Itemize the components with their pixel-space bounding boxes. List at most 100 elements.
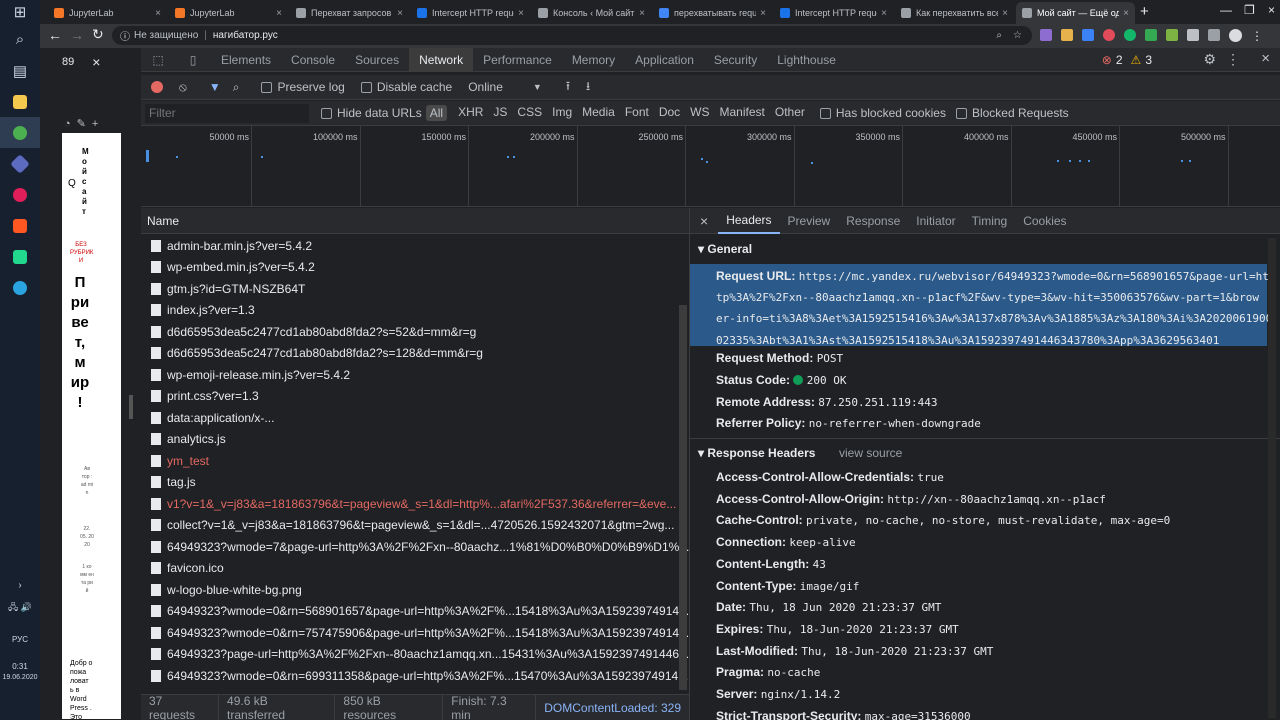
type-filter-doc[interactable]: Doc <box>654 105 685 121</box>
devtools-tab-application[interactable]: Application <box>625 48 704 72</box>
bookmark-star-icon[interactable]: ☆ <box>1013 30 1022 41</box>
hide-data-urls-checkbox[interactable]: Hide data URLs <box>321 106 422 120</box>
tab-close-icon[interactable]: × <box>397 8 403 19</box>
forward-icon[interactable]: → <box>70 27 84 43</box>
request-row[interactable]: collect?v=1&_v=j83&a=181863796&t=pagevie… <box>141 515 689 537</box>
throttling-select[interactable]: Online ▼ <box>468 80 542 94</box>
request-row[interactable]: tag.js <box>141 472 689 494</box>
extension-icon[interactable] <box>1145 29 1157 41</box>
type-filter-all[interactable]: All <box>425 105 448 121</box>
request-url[interactable]: Request URL: https://mc.yandex.ru/webvis… <box>716 266 1276 351</box>
request-row[interactable]: 64949323?wmode=7&page-url=http%3A%2F%2Fx… <box>141 536 689 558</box>
browser-tab[interactable]: Мой сайт — Ещё оди × <box>1016 2 1135 24</box>
request-row[interactable]: 64949323?wmode=0&rn=699311358&page-url=h… <box>141 665 689 687</box>
omnibox[interactable]: ⓘ Не защищено | нагибатор.рус ⌕ ☆ <box>112 26 1032 45</box>
site-title[interactable]: М о й с а й т <box>82 147 92 217</box>
blocked-requests-checkbox[interactable]: Blocked Requests <box>955 106 1069 120</box>
tab-close-icon[interactable]: × <box>276 8 282 19</box>
new-tab-icon[interactable]: + <box>1140 3 1149 20</box>
close-devtools-icon[interactable]: × <box>1261 50 1270 67</box>
name-column-header[interactable]: Name <box>141 208 689 234</box>
tab-close-icon[interactable]: × <box>1123 8 1129 19</box>
request-row[interactable]: data:application/x-... <box>141 407 689 429</box>
type-filter-js[interactable]: JS <box>488 105 512 121</box>
devtools-tab-sources[interactable]: Sources <box>345 48 409 72</box>
close-icon[interactable]: × <box>690 213 718 229</box>
chevron-up-icon[interactable]: › <box>0 580 40 591</box>
detail-tab-cookies[interactable]: Cookies <box>1015 208 1074 234</box>
devtools-tab-security[interactable]: Security <box>704 48 767 72</box>
browser-tab[interactable]: Intercept HTTP reque × <box>411 2 530 24</box>
post-comments[interactable]: 1 ко мм ен та ри й <box>80 563 94 595</box>
gear-icon[interactable]: ⚙ <box>1203 51 1216 68</box>
type-filter-css[interactable]: CSS <box>512 105 547 121</box>
extension-icon[interactable] <box>1208 29 1220 41</box>
request-row[interactable]: wp-emoji-release.min.js?ver=5.4.2 <box>141 364 689 386</box>
extension-icon[interactable] <box>1103 29 1115 41</box>
tab-close-icon[interactable]: × <box>518 8 524 19</box>
request-row[interactable]: index.js?ver=1.3 <box>141 300 689 322</box>
issues-counter[interactable]: ⊗ 2 ⚠ 3 <box>1102 53 1152 67</box>
avatar[interactable] <box>1229 29 1242 42</box>
detail-tab-initiator[interactable]: Initiator <box>908 208 963 234</box>
list-scrollbar[interactable] <box>679 305 687 690</box>
request-row[interactable]: ym_test <box>141 450 689 472</box>
network-overview-timeline[interactable]: 50000 ms 100000 ms 150000 ms 200000 ms 25000… <box>141 126 1280 207</box>
app-icon[interactable] <box>0 210 40 241</box>
windows-start-icon[interactable]: ⊞ <box>0 0 40 24</box>
menu-dots-icon[interactable]: ⋮ <box>1226 51 1240 68</box>
search-icon[interactable]: ⌕ <box>233 80 240 95</box>
post-heading[interactable]: П ри ве т, м ир ! <box>68 273 92 413</box>
minimize-icon[interactable]: — <box>1220 3 1232 17</box>
browser-tab[interactable]: JupyterLab × <box>48 2 167 24</box>
search-icon[interactable]: ⌕ <box>0 24 40 55</box>
type-filter-media[interactable]: Media <box>577 105 620 121</box>
menu-dots-icon[interactable]: ⋮ <box>1251 29 1263 43</box>
request-row[interactable]: print.css?ver=1.3 <box>141 386 689 408</box>
admin-bar-icons[interactable]: ◔✎+ <box>64 117 104 130</box>
export-har-icon[interactable]: ⭳ <box>586 77 590 98</box>
devtools-tab-elements[interactable]: Elements <box>211 48 281 72</box>
tab-close-icon[interactable]: × <box>881 8 887 19</box>
record-icon[interactable] <box>151 81 163 93</box>
tab-close-icon[interactable]: × <box>155 8 161 19</box>
request-row[interactable]: w-logo-blue-white-bg.png <box>141 579 689 601</box>
chrome-icon[interactable] <box>0 117 40 148</box>
type-filter-font[interactable]: Font <box>620 105 654 121</box>
detail-scrollbar[interactable] <box>1268 238 1276 718</box>
browser-tab[interactable]: JupyterLab × <box>169 2 288 24</box>
tab-close-icon[interactable]: × <box>1002 8 1008 19</box>
request-row[interactable]: analytics.js <box>141 429 689 451</box>
devtools-tab-lighthouse[interactable]: Lighthouse <box>767 48 846 72</box>
extension-icon[interactable] <box>1187 29 1199 41</box>
info-icon[interactable]: ⓘ <box>120 28 130 43</box>
detail-tab-headers[interactable]: Headers <box>718 208 780 234</box>
request-row[interactable]: d6d65953dea5c2477cd1ab80abd8fda2?s=52&d=… <box>141 321 689 343</box>
type-filter-img[interactable]: Img <box>547 105 577 121</box>
tab-close-icon[interactable]: × <box>760 8 766 19</box>
browser-tab[interactable]: Перехват запросов п × <box>290 2 409 24</box>
devtools-tab-network[interactable]: Network <box>409 47 474 72</box>
language-indicator[interactable]: РУС <box>0 635 40 644</box>
request-row[interactable]: gtm.js?id=GTM-NSZB64T <box>141 278 689 300</box>
type-filter-ws[interactable]: WS <box>685 105 714 121</box>
request-row[interactable]: d6d65953dea5c2477cd1ab80abd8fda2?s=128&d… <box>141 343 689 365</box>
disable-cache-checkbox[interactable]: Disable cache <box>360 80 452 94</box>
close-icon[interactable]: × <box>92 54 100 70</box>
inspect-icon[interactable]: ⬚ <box>141 53 175 67</box>
extension-icon[interactable] <box>1082 29 1094 41</box>
browser-tab[interactable]: Консоль ‹ Мой сайт × <box>532 2 651 24</box>
request-row[interactable]: 64949323?wmode=0&rn=568901657&page-url=h… <box>141 601 689 623</box>
grammarly-icon[interactable] <box>1124 29 1136 41</box>
zoom-icon[interactable]: ⌕ <box>996 30 1002 41</box>
window-close-icon[interactable]: × <box>1268 3 1275 17</box>
response-headers-toggle[interactable]: ▾ Response Headers <box>698 446 815 460</box>
request-row[interactable]: wp-embed.min.js?ver=5.4.2 <box>141 257 689 279</box>
browser-tab[interactable]: Как перехватить все × <box>895 2 1014 24</box>
slack-icon[interactable] <box>0 179 40 210</box>
detail-tab-timing[interactable]: Timing <box>964 208 1016 234</box>
post-author[interactable]: Ав тор : ad mi n <box>80 465 94 497</box>
scrollbar-thumb[interactable] <box>129 395 133 419</box>
filter-icon[interactable]: ▼ <box>209 80 221 94</box>
reload-icon[interactable]: ↻ <box>92 26 104 43</box>
